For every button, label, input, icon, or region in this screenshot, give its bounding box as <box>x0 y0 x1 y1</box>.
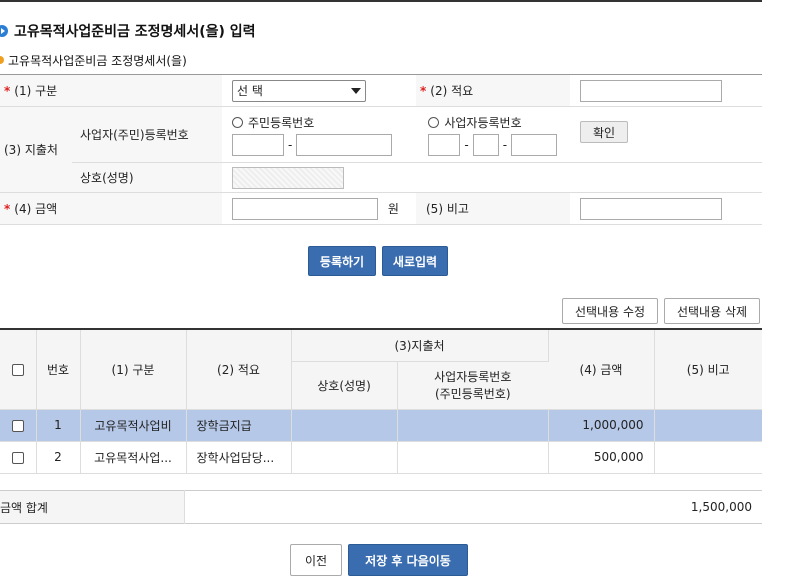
jeokyo-label: (2) 적요 <box>430 84 474 98</box>
gubun-label-cell: * (1) 구분 <box>0 74 222 107</box>
row-gubun: 고유목적사업비 <box>80 409 187 442</box>
table-row[interactable]: 1 고유목적사업비 장학금지급 1,000,000 <box>0 409 762 442</box>
row-sangho <box>291 409 398 442</box>
jeokyo-header: (2) 적요 <box>186 329 292 410</box>
gubun-select-value: 선 택 <box>237 84 263 98</box>
summary-label-cell: 금액 합계 <box>0 490 185 524</box>
jeokyo-cell <box>570 74 762 107</box>
num-header: 번호 <box>36 329 81 410</box>
jumin-radio[interactable] <box>232 117 243 128</box>
confirm-button[interactable]: 확인 <box>580 121 629 143</box>
bigo-input[interactable] <box>580 197 722 220</box>
chevron-down-icon <box>351 87 361 94</box>
amount-label-cell: * (4) 금액 <box>0 192 222 225</box>
saeop-radio-label: 사업자등록번호 <box>444 116 522 130</box>
row-regno <box>397 441 549 474</box>
summary-table: 금액 합계 1,500,000 <box>0 490 762 524</box>
dash-separator: - <box>288 137 293 152</box>
edit-selected-button[interactable]: 선택내용 수정 <box>562 298 658 324</box>
jichulcheo-header: (3)지출처 <box>291 329 549 362</box>
sangho-header: 상호(성명) <box>291 361 398 410</box>
amount-unit: 원 <box>387 201 399 216</box>
row-gubun: 고유목적사업... <box>80 441 187 474</box>
jumin-group: 주민등록번호 - <box>232 114 393 156</box>
row-checkbox-cell <box>0 409 37 442</box>
input-form: * (1) 구분 선 택 * (2) 적요 (3) 지출처 사업자(주민)등록번호 <box>0 74 762 225</box>
arrow-circle-icon <box>0 25 8 37</box>
bigo-cell <box>570 192 762 225</box>
bigo-header: (5) 비고 <box>654 329 762 410</box>
row-checkbox-cell <box>0 441 37 474</box>
gubun-select[interactable]: 선 택 <box>232 79 366 102</box>
saeop-part2-input[interactable] <box>472 133 499 156</box>
summary-label: 금액 합계 <box>0 500 48 515</box>
row-jeokyo: 장학사업담당... <box>186 441 292 474</box>
row-jeokyo: 장학금지급 <box>186 409 292 442</box>
row-num: 2 <box>36 441 81 474</box>
row-bigo <box>654 409 762 442</box>
regno-header-line1: 사업자등록번호 <box>434 370 512 384</box>
regno-label-cell: 사업자(주민)등록번호 <box>72 106 222 163</box>
dash-separator: - <box>464 137 469 152</box>
register-button[interactable]: 등록하기 <box>308 246 376 276</box>
jeokyo-input[interactable] <box>580 79 722 102</box>
sangho-label-cell: 상호(성명) <box>72 162 222 193</box>
regno-header-line2: (주민등록번호) <box>434 387 511 401</box>
regno-cell: 주민등록번호 - 사업자등록번호 - - <box>222 106 570 163</box>
entries-table: 번호 (1) 구분 (2) 적요 (3)지출처 (4) 금액 (5) 비고 상호… <box>0 328 762 474</box>
top-border <box>0 0 762 2</box>
saeop-group: 사업자등록번호 - - <box>428 114 558 156</box>
amount-label: (4) 금액 <box>14 202 58 216</box>
sangho-label: 상호(성명) <box>80 171 134 185</box>
row-amount: 500,000 <box>548 441 655 474</box>
dash-separator: - <box>502 137 508 152</box>
prev-button[interactable]: 이전 <box>290 544 342 576</box>
confirm-cell: 확인 <box>570 106 762 163</box>
amount-cell: 원 <box>222 192 416 225</box>
row-sangho <box>291 441 398 474</box>
row-amount: 1,000,000 <box>548 409 655 442</box>
jichulcheo-label-cell: (3) 지출처 <box>0 106 72 193</box>
saeop-part3-input[interactable] <box>511 133 558 156</box>
row-checkbox[interactable] <box>11 451 24 464</box>
page-title: 고유목적사업준비금 조정명세서(을) 입력 <box>0 20 256 42</box>
regno-header: 사업자등록번호 (주민등록번호) <box>397 361 548 410</box>
jumin-radio-label: 주민등록번호 <box>248 116 315 130</box>
select-all-header <box>0 329 37 410</box>
save-next-button[interactable]: 저장 후 다음이동 <box>348 544 468 576</box>
required-mark: * <box>4 202 11 216</box>
row-regno <box>397 409 549 442</box>
gubun-label: (1) 구분 <box>14 84 58 98</box>
bullet-dot-icon <box>0 56 4 64</box>
summary-value-cell: 1,500,000 <box>185 491 763 524</box>
required-mark: * <box>4 84 11 98</box>
sangho-disabled-field <box>232 166 344 189</box>
section-subtitle: 고유목적사업준비금 조정명세서(을) <box>0 52 187 68</box>
select-all-checkbox[interactable] <box>11 363 24 376</box>
row-num: 1 <box>36 409 81 442</box>
page-title-text: 고유목적사업준비금 조정명세서(을) 입력 <box>14 24 256 40</box>
saeop-part1-input[interactable] <box>428 133 461 156</box>
bigo-label: (5) 비고 <box>426 202 469 216</box>
gubun-header: (1) 구분 <box>80 329 187 410</box>
table-row[interactable]: 2 고유목적사업... 장학사업담당... 500,000 <box>0 441 762 474</box>
jichulcheo-label: (3) 지출처 <box>4 143 58 157</box>
section-subtitle-text: 고유목적사업준비금 조정명세서(을) <box>8 53 187 68</box>
amount-header: (4) 금액 <box>548 329 655 410</box>
jumin-back-input[interactable] <box>296 133 393 156</box>
bigo-label-cell: (5) 비고 <box>416 192 570 225</box>
sangho-cell <box>222 162 762 193</box>
summary-value: 1,500,000 <box>690 500 752 514</box>
delete-selected-button[interactable]: 선택내용 삭제 <box>664 298 760 324</box>
jeokyo-label-cell: * (2) 적요 <box>416 74 570 107</box>
saeop-radio[interactable] <box>428 117 440 128</box>
amount-input[interactable] <box>232 197 378 220</box>
required-mark: * <box>420 84 427 98</box>
row-bigo <box>654 441 762 474</box>
new-input-button[interactable]: 새로입력 <box>382 246 448 276</box>
jumin-front-input[interactable] <box>232 133 284 156</box>
gubun-cell: 선 택 <box>222 74 416 107</box>
regno-label: 사업자(주민)등록번호 <box>80 128 189 142</box>
row-checkbox[interactable] <box>11 419 24 432</box>
